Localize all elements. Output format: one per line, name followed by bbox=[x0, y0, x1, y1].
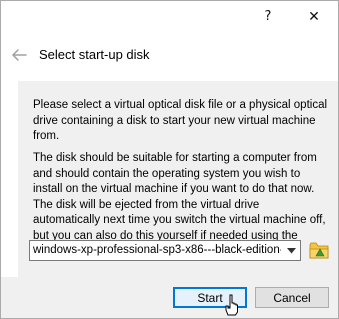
back-arrow-icon[interactable] bbox=[11, 48, 27, 62]
disk-selector-value: windows-xp-professional-sp3-x86---black-… bbox=[33, 244, 281, 256]
select-start-up-disk-dialog: ? ✕ Select start-up disk Please select a… bbox=[0, 0, 339, 319]
folder-icon[interactable] bbox=[307, 238, 331, 262]
close-button[interactable]: ✕ bbox=[297, 1, 331, 31]
disk-selector-dropdown[interactable]: windows-xp-professional-sp3-x86---black-… bbox=[29, 240, 301, 261]
instructions-paragraph: Please select a virtual optical disk fil… bbox=[33, 99, 328, 142]
page-title: Select start-up disk bbox=[39, 47, 150, 62]
title-bar: ? ✕ bbox=[1, 1, 338, 31]
chevron-down-icon bbox=[287, 248, 296, 254]
cancel-button[interactable]: Cancel bbox=[255, 287, 329, 308]
button-bar: Start Cancel bbox=[1, 277, 338, 318]
help-button[interactable]: ? bbox=[251, 1, 285, 31]
content-panel: Please select a virtual optical disk fil… bbox=[18, 81, 338, 277]
hand-pointer-icon bbox=[225, 294, 238, 316]
wizard-header: Select start-up disk bbox=[1, 31, 338, 79]
